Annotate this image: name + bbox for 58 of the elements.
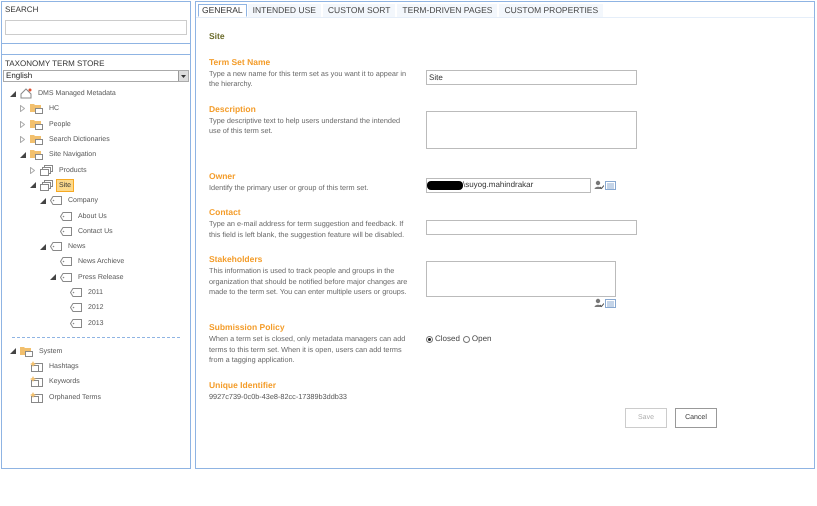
collapse-arrow-icon[interactable] — [10, 348, 16, 354]
radio-option[interactable]: Open — [462, 333, 492, 346]
section-title: Description — [209, 102, 257, 115]
text-area[interactable] — [426, 110, 637, 149]
language-dropdown[interactable]: English — [3, 70, 189, 82]
section-title: Stakeholders — [209, 253, 264, 266]
search-label: SEARCH — [5, 5, 40, 15]
tag-icon — [60, 257, 72, 266]
section-title: Contact — [209, 206, 242, 218]
tab[interactable]: CUSTOM PROPERTIES — [499, 4, 604, 17]
tab[interactable]: GENERAL — [198, 4, 247, 17]
section-title: Unique Identifier — [209, 378, 278, 391]
folder-icon — [30, 118, 43, 130]
section-title: Owner — [209, 170, 236, 182]
people-field[interactable] — [426, 261, 616, 298]
sparkle-tags-icon — [30, 392, 43, 403]
folder-icon — [30, 103, 43, 114]
house-icon — [20, 88, 32, 100]
section-title: Submission Policy — [209, 321, 286, 334]
tag-icon — [70, 288, 82, 297]
tab[interactable]: TERM-DRIVEN PAGES — [397, 4, 498, 17]
collapse-arrow-icon[interactable] — [40, 198, 46, 204]
collapse-arrow-icon[interactable] — [20, 152, 26, 158]
tag-icon — [60, 212, 72, 221]
people-field[interactable]: \suyog.mahindrakar — [426, 178, 591, 193]
panel-title: TAXONOMY TERM STORE — [4, 59, 106, 69]
tag-icon — [50, 196, 62, 206]
stacked-tags-icon — [40, 164, 53, 176]
tag-icon — [70, 318, 82, 328]
stacked-tags-icon — [40, 180, 53, 191]
collapse-arrow-icon[interactable] — [10, 90, 16, 97]
collapse-arrow-icon[interactable] — [40, 244, 46, 250]
text-field[interactable]: Site — [426, 70, 637, 85]
tab[interactable]: INTENDED USE — [248, 4, 321, 17]
folder-icon — [20, 346, 33, 357]
radio-option[interactable]: Closed — [426, 333, 460, 346]
check-names-icon[interactable] — [594, 298, 604, 308]
text-field[interactable] — [426, 220, 637, 236]
section-title: Term Set Name — [209, 56, 272, 68]
folder-icon — [30, 134, 43, 146]
search-field[interactable] — [5, 20, 187, 34]
tag-icon — [50, 242, 62, 252]
expand-arrow-icon[interactable] — [30, 166, 35, 174]
term-set-heading: Site — [208, 30, 226, 43]
check-names-icon[interactable] — [594, 180, 604, 190]
tag-icon — [60, 272, 72, 282]
sparkle-tags-icon — [30, 376, 43, 388]
tag-icon — [70, 303, 82, 312]
collapse-arrow-icon[interactable] — [30, 182, 36, 188]
tag-icon — [60, 226, 72, 236]
expand-arrow-icon[interactable] — [20, 105, 25, 112]
expand-arrow-icon[interactable] — [20, 136, 25, 144]
sparkle-tags-icon — [30, 361, 43, 372]
collapse-arrow-icon[interactable] — [50, 274, 56, 280]
expand-arrow-icon[interactable] — [20, 120, 25, 128]
tab[interactable]: CUSTOM SORT — [322, 4, 396, 17]
folder-icon — [30, 149, 43, 160]
dropdown-caret-icon — [181, 74, 186, 78]
